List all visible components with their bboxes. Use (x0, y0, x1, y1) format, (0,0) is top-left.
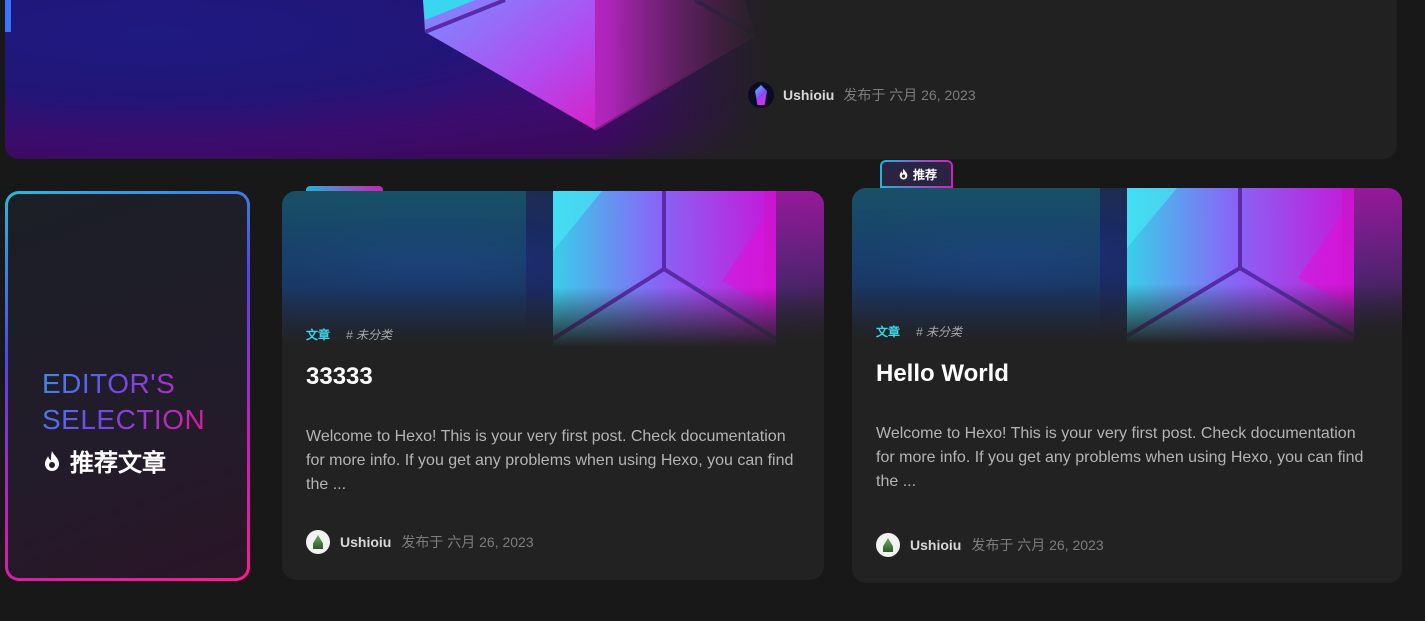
featured-post-cover[interactable] (5, 0, 770, 159)
author-avatar[interactable] (876, 533, 900, 557)
post-cover[interactable] (852, 188, 1402, 344)
featured-post-card[interactable]: Ushioiu 发布于 六月 26, 2023 (5, 0, 1397, 159)
post-date: 发布于 六月 26, 2023 (971, 537, 1104, 553)
editors-selection-inner: EDITOR'S SELECTION 推荐文章 (8, 194, 247, 578)
author-name[interactable]: Ushioiu (340, 534, 391, 550)
post-category[interactable]: 文章 (306, 326, 330, 343)
post-cover[interactable] (282, 191, 824, 347)
gem-logo-icon (755, 85, 767, 105)
post-title[interactable]: 33333 (306, 363, 373, 391)
author-name[interactable]: Ushioiu (910, 537, 961, 553)
post-excerpt: Welcome to Hexo! This is your very first… (876, 425, 1364, 490)
avatar-image-icon (883, 538, 893, 552)
post-card[interactable]: 文章 # 未分类 Hello World Welcome to Hexo! Th… (852, 188, 1402, 583)
editors-selection-card: EDITOR'S SELECTION 推荐文章 (5, 191, 250, 581)
post-tag[interactable]: # 未分类 (916, 323, 962, 340)
author-avatar[interactable] (748, 82, 774, 108)
flame-icon (45, 450, 59, 471)
gem-cover-art (423, 0, 757, 131)
editors-selection-subtitle-text: 推荐文章 (70, 450, 166, 477)
featured-post-meta: Ushioiu 发布于 六月 26, 2023 (748, 82, 976, 108)
page: Ushioiu 发布于 六月 26, 2023 EDITOR'S SELECTI… (0, 0, 1425, 621)
post-date: 发布于 六月 26, 2023 (401, 534, 534, 550)
editors-selection-title-line1: EDITOR'S (42, 368, 176, 399)
avatar-image-icon (313, 535, 323, 549)
editors-selection-subtitle: 推荐文章 (42, 443, 166, 478)
post-excerpt: Welcome to Hexo! This is your very first… (306, 428, 794, 493)
post-title[interactable]: Hello World (876, 360, 1009, 388)
post-date: 发布于 六月 26, 2023 (843, 87, 976, 103)
post-tags: 文章 # 未分类 (876, 323, 962, 340)
post-meta: Ushioiu 发布于 六月 26, 2023 (306, 530, 534, 554)
post-card[interactable]: 文章 # 未分类 33333 Welcome to Hexo! This is … (282, 191, 824, 580)
post-category[interactable]: 文章 (876, 323, 900, 340)
editors-selection-title-line2: SELECTION (42, 404, 206, 435)
recommend-badge-label: 推荐 (913, 167, 938, 182)
post-tags: 文章 # 未分类 (306, 326, 392, 343)
flame-icon (899, 168, 908, 180)
author-avatar[interactable] (306, 530, 330, 554)
recommend-badge: 推荐 (880, 160, 954, 188)
recommend-badge-inner: 推荐 (882, 162, 952, 186)
post-tag[interactable]: # 未分类 (346, 326, 392, 343)
post-meta: Ushioiu 发布于 六月 26, 2023 (876, 533, 1104, 557)
editors-selection-title: EDITOR'S SELECTION (42, 366, 205, 438)
author-name[interactable]: Ushioiu (783, 87, 834, 103)
hero-edge-accent (5, 0, 11, 32)
